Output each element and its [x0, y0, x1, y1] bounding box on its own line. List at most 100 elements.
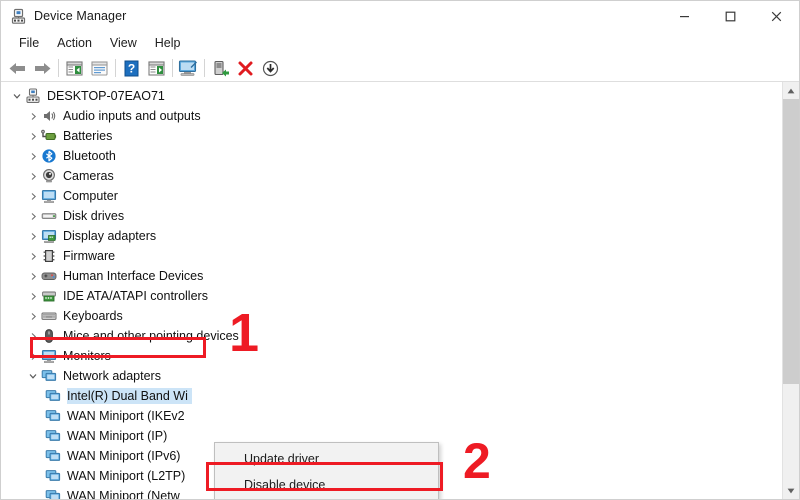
tree-item-label: Human Interface Devices: [63, 269, 204, 283]
device-manager-icon: [10, 8, 27, 25]
menu-action[interactable]: Action: [48, 34, 101, 53]
toolbar-separator: [58, 59, 59, 77]
mouse-icon: [41, 328, 57, 344]
context-menu[interactable]: Update driver Disable device Uninstall d…: [214, 442, 439, 499]
help-icon[interactable]: ?: [119, 57, 144, 80]
tree-item-label: Keyboards: [63, 309, 123, 323]
tree-item-computer[interactable]: Computer: [1, 186, 782, 206]
tree-device-label: WAN Miniport (Netw: [67, 489, 180, 499]
tree-item-firmware[interactable]: Firmware: [1, 246, 782, 266]
maximize-button[interactable]: [707, 1, 753, 31]
tree-item-human-interface-devices[interactable]: Human Interface Devices: [1, 266, 782, 286]
tree-item-cameras[interactable]: Cameras: [1, 166, 782, 186]
device-tree[interactable]: DESKTOP-07EAO71 Audio inputs and outputs: [1, 82, 782, 499]
scrollbar-up-arrow[interactable]: [783, 82, 799, 99]
scan-for-hardware-changes-icon[interactable]: [176, 57, 201, 80]
chevron-down-icon[interactable]: [25, 368, 41, 384]
chevron-down-icon[interactable]: [9, 88, 25, 104]
computer-root-icon: [25, 88, 41, 104]
tree-item-label: Computer: [63, 189, 118, 203]
tree-item-ide-ata-atapi-controllers[interactable]: IDE ATA/ATAPI controllers: [1, 286, 782, 306]
properties-icon[interactable]: [87, 57, 112, 80]
forward-arrow-icon[interactable]: [30, 57, 55, 80]
window-title: Device Manager: [34, 9, 127, 23]
uninstall-device-icon[interactable]: [233, 57, 258, 80]
show-hide-console-tree-icon[interactable]: [62, 57, 87, 80]
chevron-right-icon[interactable]: [25, 228, 41, 244]
chevron-right-icon[interactable]: [25, 168, 41, 184]
scrollbar-track[interactable]: [783, 99, 799, 482]
speaker-icon: [41, 108, 57, 124]
keyboard-icon: [41, 308, 57, 324]
display-adapter-icon: [41, 228, 57, 244]
toolbar-separator: [172, 59, 173, 77]
tree-item-label: Disk drives: [63, 209, 125, 223]
bluetooth-icon: [41, 148, 57, 164]
chevron-right-icon[interactable]: [25, 108, 41, 124]
menu-view[interactable]: View: [101, 34, 146, 53]
enable-device-icon[interactable]: [208, 57, 233, 80]
tree-root-desktop[interactable]: DESKTOP-07EAO71: [1, 86, 782, 106]
scrollbar-thumb[interactable]: [783, 99, 799, 384]
chevron-right-icon[interactable]: [25, 348, 41, 364]
tree-item-batteries[interactable]: Batteries: [1, 126, 782, 146]
network-adapter-icon: [41, 368, 57, 384]
tree-item-label: Mice and other pointing devices: [63, 329, 239, 343]
scrollbar-down-arrow[interactable]: [783, 482, 799, 499]
chevron-right-icon[interactable]: [25, 148, 41, 164]
window-controls: [661, 1, 799, 31]
tree-item-network-adapters[interactable]: Network adapters: [1, 366, 782, 386]
chevron-right-icon[interactable]: [25, 248, 41, 264]
tree-item-bluetooth[interactable]: Bluetooth: [1, 146, 782, 166]
network-device-icon: [45, 428, 61, 444]
context-menu-item-uninstall-device[interactable]: Uninstall device: [215, 498, 438, 499]
vertical-scrollbar[interactable]: [782, 82, 799, 499]
tree-item-label: Display adapters: [63, 229, 157, 243]
tree-item-label: Batteries: [63, 129, 113, 143]
chevron-right-icon[interactable]: [25, 268, 41, 284]
monitor-icon: [41, 348, 57, 364]
close-button[interactable]: [753, 1, 799, 31]
disk-drive-icon: [41, 208, 57, 224]
chevron-right-icon[interactable]: [25, 208, 41, 224]
svg-text:?: ?: [128, 61, 135, 75]
annotation-step-2: 2: [463, 433, 491, 489]
tree-item-audio-inputs-and-outputs[interactable]: Audio inputs and outputs: [1, 106, 782, 126]
context-menu-item-update-driver[interactable]: Update driver: [215, 446, 438, 472]
tree-item-mice-and-other-pointing-devices[interactable]: Mice and other pointing devices: [1, 326, 782, 346]
tree-item-disk-drives[interactable]: Disk drives: [1, 206, 782, 226]
tree-root-label: DESKTOP-07EAO71: [47, 89, 165, 103]
tree-item-keyboards[interactable]: Keyboards: [1, 306, 782, 326]
chevron-right-icon[interactable]: [25, 308, 41, 324]
tree-device-wan-miniport-ikev2[interactable]: WAN Miniport (IKEv2: [1, 406, 782, 426]
minimize-button[interactable]: [661, 1, 707, 31]
tree-item-label: Bluetooth: [63, 149, 116, 163]
tree-item-label: Cameras: [63, 169, 114, 183]
update-driver-icon[interactable]: [144, 57, 169, 80]
disable-device-icon[interactable]: [258, 57, 283, 80]
chevron-right-icon[interactable]: [25, 288, 41, 304]
menu-help[interactable]: Help: [146, 34, 190, 53]
tree-item-label: Audio inputs and outputs: [63, 109, 201, 123]
tree-device-label: WAN Miniport (IKEv2: [67, 409, 185, 423]
tree-item-label: IDE ATA/ATAPI controllers: [63, 289, 208, 303]
menu-bar: File Action View Help: [1, 31, 799, 55]
content-pane: DESKTOP-07EAO71 Audio inputs and outputs: [1, 82, 799, 499]
tree-item-display-adapters[interactable]: Display adapters: [1, 226, 782, 246]
camera-icon: [41, 168, 57, 184]
chevron-right-icon[interactable]: [25, 328, 41, 344]
back-arrow-icon[interactable]: [5, 57, 30, 80]
chevron-right-icon[interactable]: [25, 128, 41, 144]
tree-device-label: Intel(R) Dual Band Wi: [67, 388, 192, 404]
menu-file[interactable]: File: [10, 34, 48, 53]
tree-item-monitors[interactable]: Monitors: [1, 346, 782, 366]
title-bar-left: Device Manager: [1, 8, 126, 25]
chevron-right-icon[interactable]: [25, 188, 41, 204]
monitor-icon: [41, 188, 57, 204]
context-menu-item-disable-device[interactable]: Disable device: [215, 472, 438, 498]
network-device-icon: [45, 388, 61, 404]
network-device-icon: [45, 408, 61, 424]
tree-device-intel-dual-band[interactable]: Intel(R) Dual Band Wi: [1, 386, 782, 406]
tree-item-label: Monitors: [63, 349, 111, 363]
firmware-icon: [41, 248, 57, 264]
